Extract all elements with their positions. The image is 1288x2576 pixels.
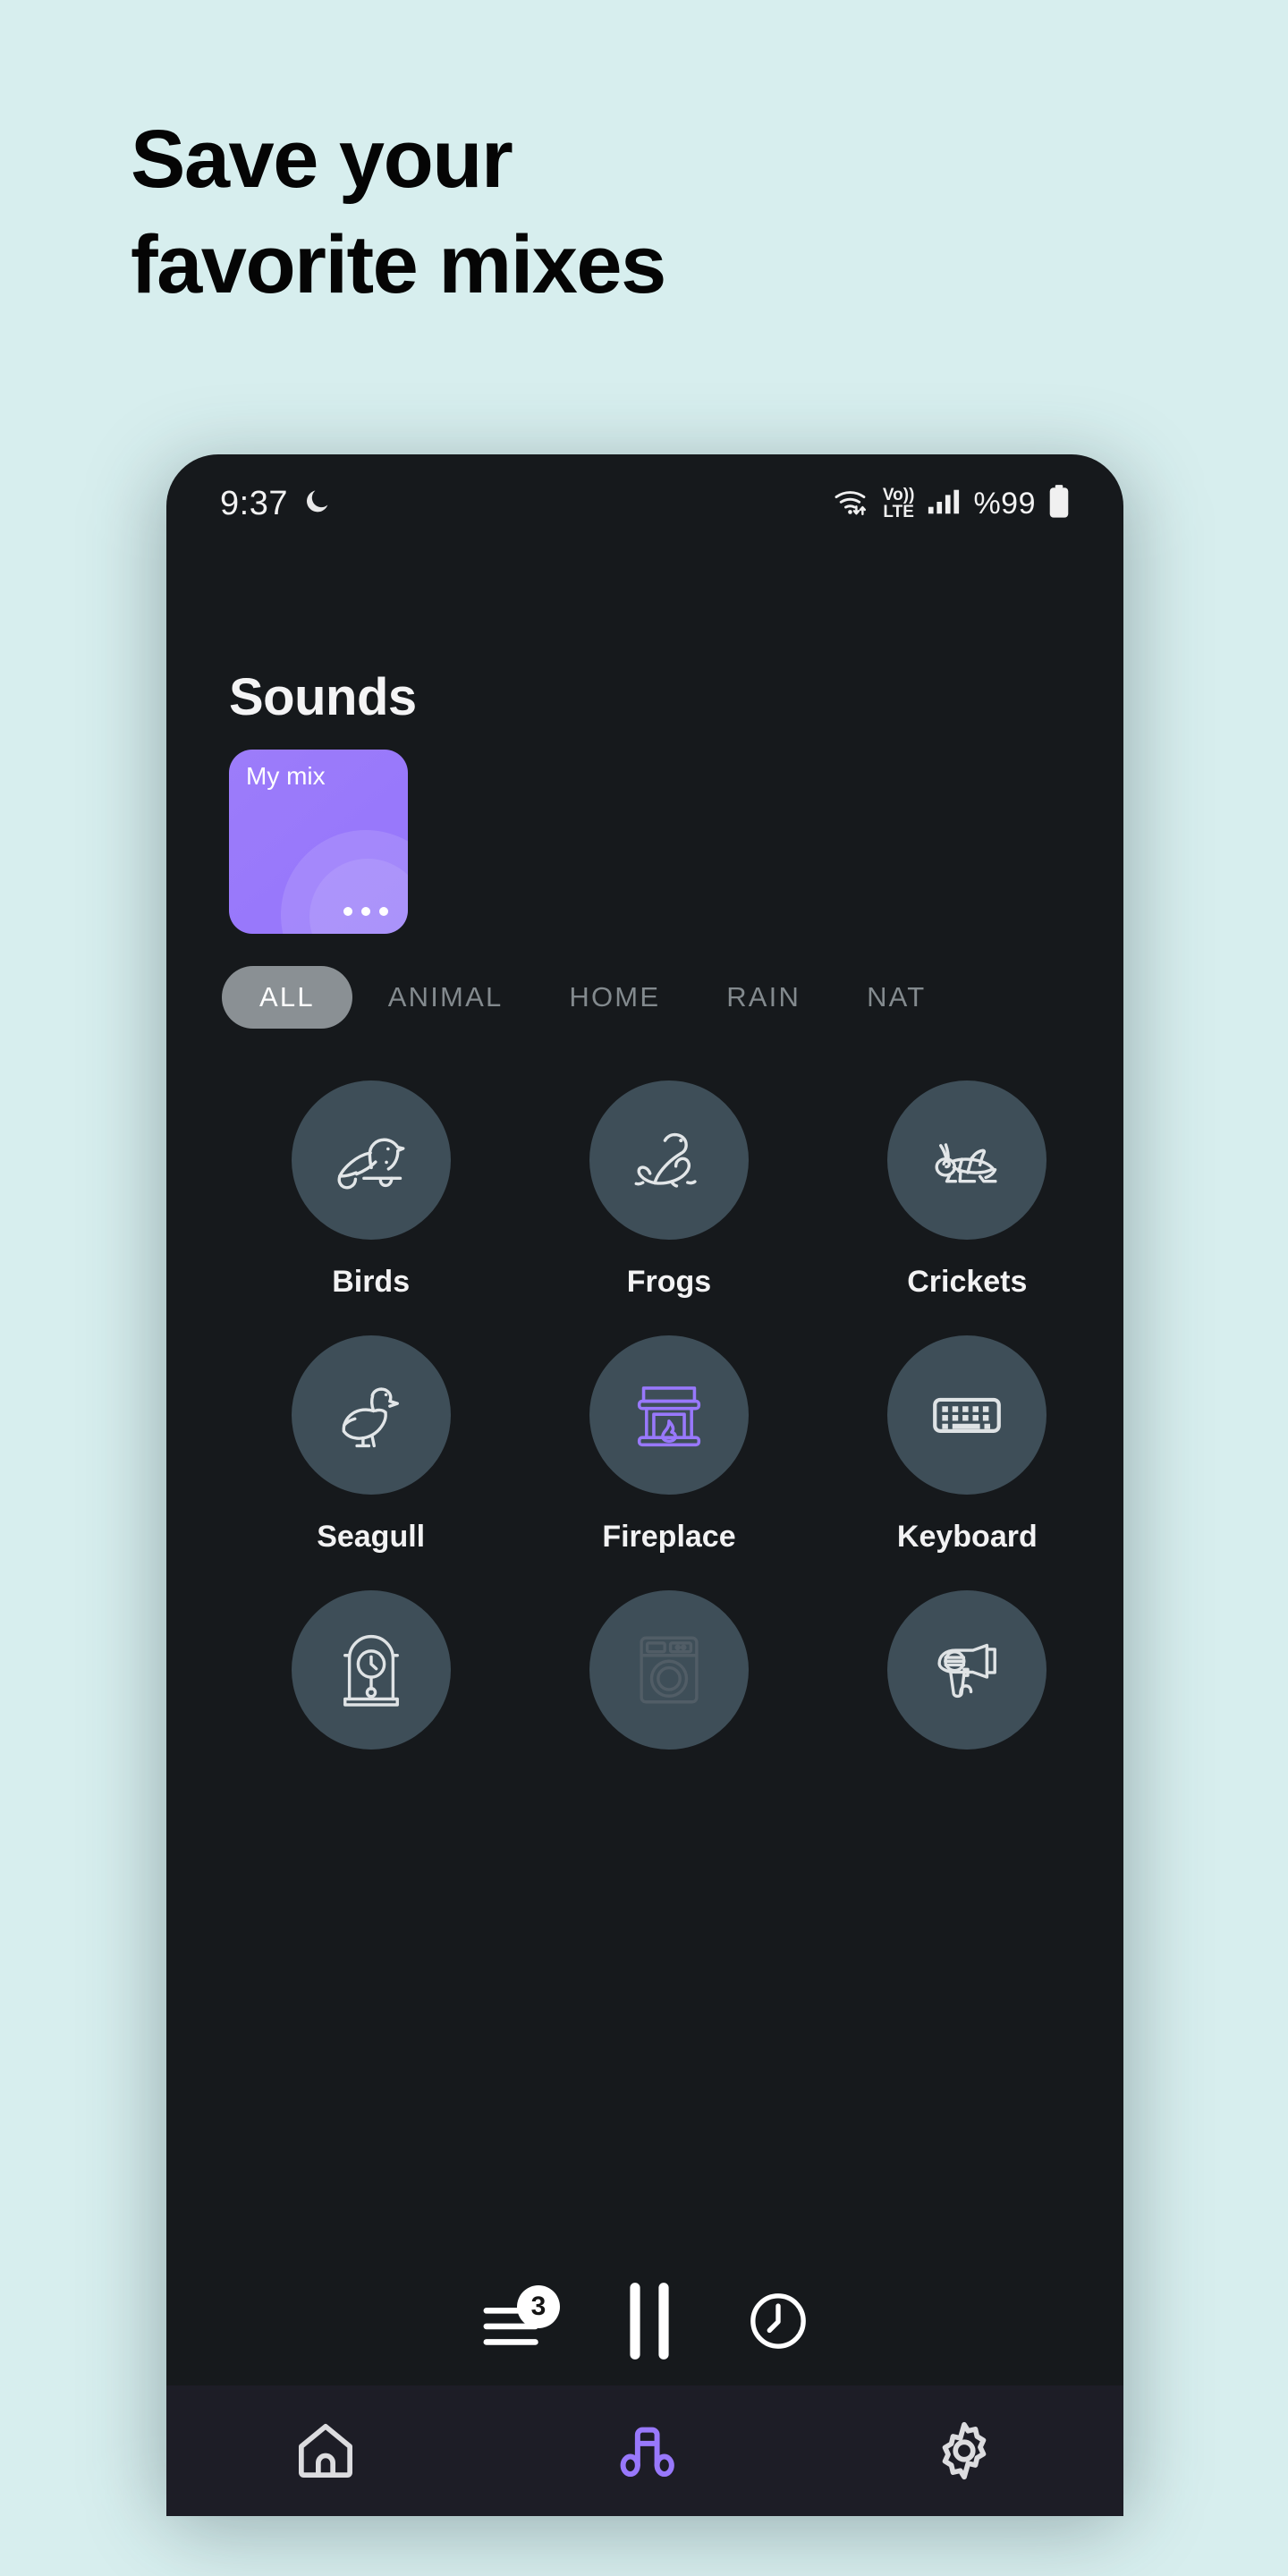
signal-icon [927,487,961,521]
sound-item-washing-machine[interactable] [520,1590,818,1775]
timer-button[interactable] [748,2291,809,2356]
sound-disc[interactable] [589,1335,749,1495]
promo-heading-line-1: Save your [131,114,513,205]
tab-rain[interactable]: RAIN [696,966,831,1029]
bottom-navigation[interactable] [166,2385,1123,2516]
sound-item-crickets[interactable]: Crickets [818,1080,1116,1300]
sound-item-seagull[interactable]: Seagull [222,1335,520,1555]
status-bar-left: 9:37 [220,485,333,523]
sound-disc[interactable] [589,1590,749,1750]
sound-disc[interactable] [589,1080,749,1240]
pendulum-clock-icon [343,1635,399,1707]
wifi-icon [833,487,870,521]
home-icon [299,2424,353,2478]
sound-item-birds[interactable]: Birds [222,1080,520,1300]
sound-grid: Birds Frogs Crickets Seagull Fireplace K… [222,1080,1116,1775]
seagull-icon [342,1387,399,1448]
nav-item-sounds[interactable] [578,2406,712,2496]
status-bar-right: Vo)) LTE %99 [833,484,1070,523]
nav-item-settings[interactable] [897,2406,1031,2496]
sound-disc[interactable] [291,1335,451,1495]
sound-item-clock[interactable] [222,1590,520,1775]
sound-disc[interactable] [887,1590,1047,1750]
sound-item-label: Seagull [317,1520,426,1554]
my-mix-card[interactable]: My mix [229,750,408,934]
sound-item-label: Keyboard [896,1520,1038,1554]
tab-animal[interactable]: ANIMAL [358,966,534,1029]
pause-button[interactable] [608,2278,691,2368]
phone-mockup: 9:37 Vo)) LTE %99 Sounds My mix ALL ANIM… [166,454,1123,2516]
volte-icon-bottom: LTE [883,503,914,521]
mini-player: 3 [166,2260,1123,2385]
timer-icon [750,2292,806,2349]
tab-all[interactable]: ALL [222,966,352,1029]
promo-heading: Save your favorite mixes [131,107,1114,318]
sound-disc[interactable] [887,1335,1047,1495]
tab-nature[interactable]: NAT [836,966,956,1029]
moon-icon [302,487,333,521]
sound-item-fireplace[interactable]: Fireplace [520,1335,818,1555]
volte-icon-top: Vo)) [882,486,915,504]
tab-home[interactable]: HOME [538,966,691,1029]
nav-item-home[interactable] [258,2406,393,2496]
mixer-count-badge: 3 [517,2285,560,2328]
status-bar: 9:37 Vo)) LTE %99 [166,454,1123,553]
cricket-icon [935,1143,997,1183]
category-tabs[interactable]: ALL ANIMAL HOME RAIN NAT [222,966,1123,1029]
mixer-button[interactable]: 3 [481,2285,560,2355]
battery-percent-label: %99 [973,486,1036,521]
status-bar-clock: 9:37 [220,484,288,522]
sound-item-keyboard[interactable]: Keyboard [818,1335,1116,1555]
sound-item-hair-dryer[interactable] [818,1590,1116,1775]
fireplace-icon [637,1386,701,1447]
bird-icon [337,1138,405,1190]
promo-heading-line-2: favorite mixes [131,218,666,310]
keyboard-icon [933,1397,1002,1433]
sound-item-label: Crickets [907,1265,1028,1299]
pause-icon [630,2282,669,2360]
sound-item-label: Birds [332,1265,411,1299]
sound-item-label: Fireplace [602,1520,736,1554]
sound-disc[interactable] [291,1590,451,1750]
sound-item-frogs[interactable]: Frogs [520,1080,818,1300]
sound-disc[interactable] [291,1080,451,1240]
more-options-icon[interactable] [343,907,388,916]
music-icon [620,2427,674,2478]
washing-machine-icon [640,1636,699,1704]
gear-icon [942,2421,986,2480]
volte-icon: Vo)) LTE [883,487,915,521]
page-title: Sounds [229,668,417,726]
sound-disc[interactable] [887,1080,1047,1240]
hair-dryer-icon [937,1643,997,1699]
battery-icon [1048,484,1070,523]
sound-item-label: Frogs [626,1265,712,1299]
frog-icon [634,1132,697,1188]
my-mix-card-label: My mix [246,762,326,790]
